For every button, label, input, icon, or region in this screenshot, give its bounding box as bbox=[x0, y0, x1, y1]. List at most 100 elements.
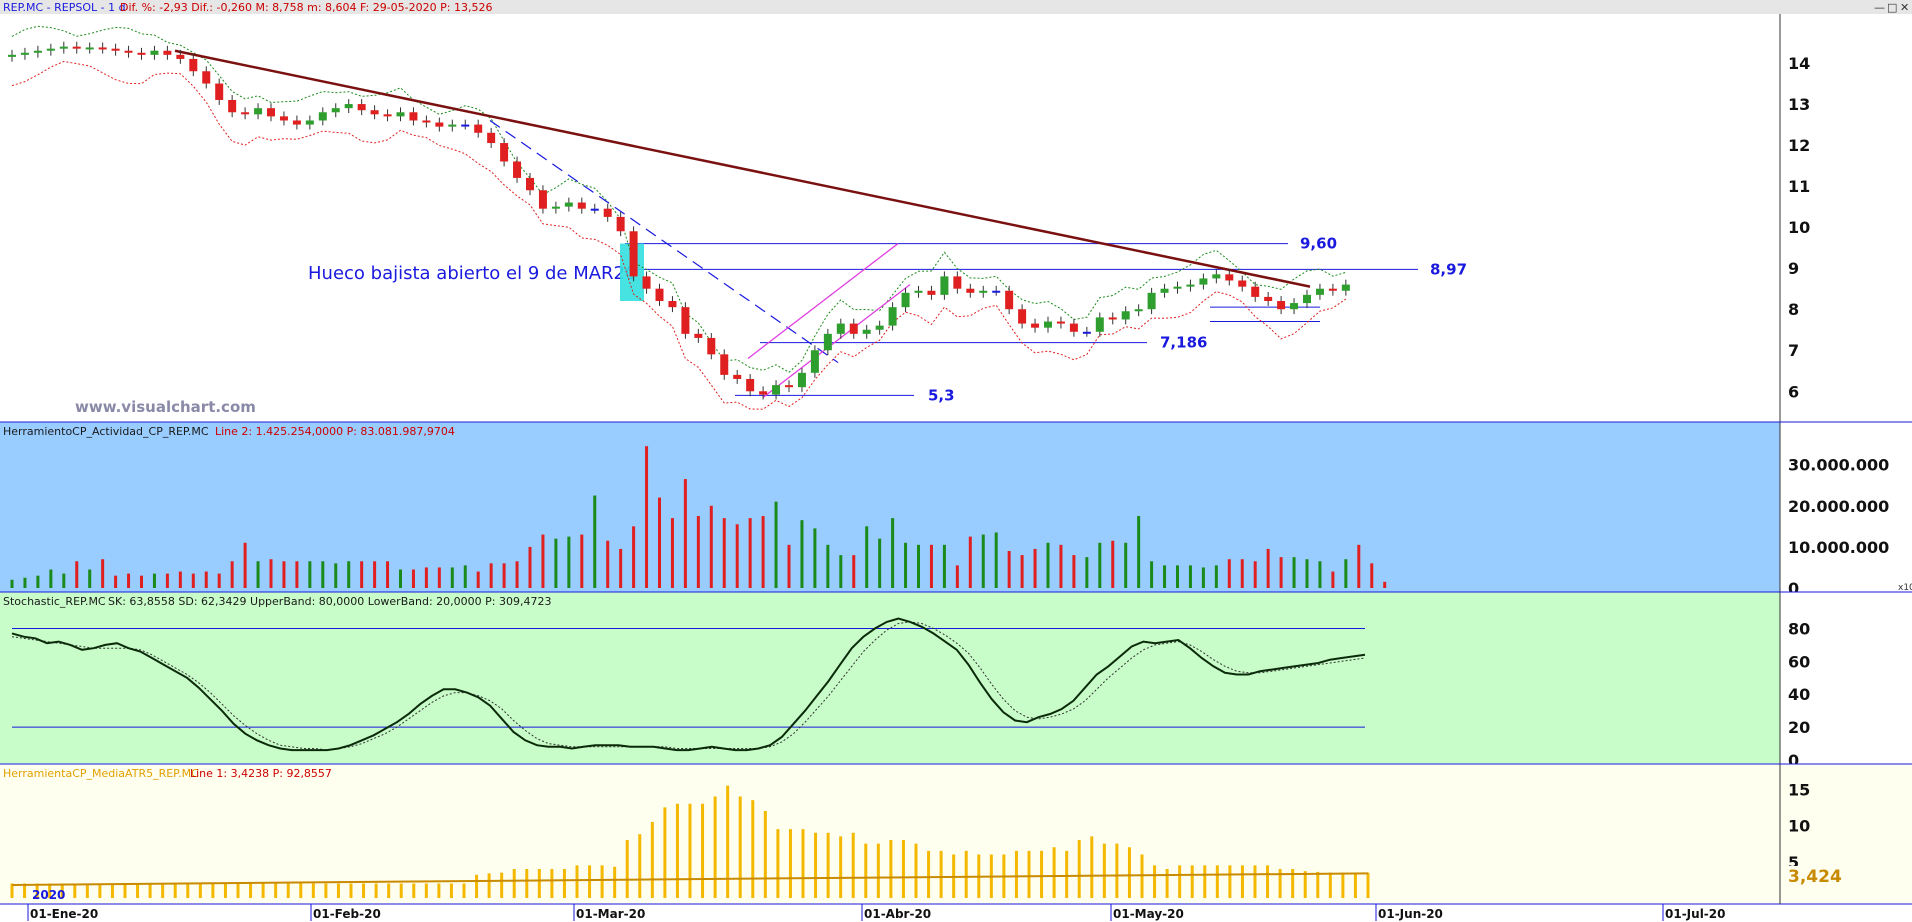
window-controls[interactable]: — □ ✕ bbox=[1874, 1, 1909, 14]
atr-bar bbox=[525, 869, 529, 898]
volume-bar bbox=[502, 563, 506, 588]
candle bbox=[461, 124, 470, 127]
candle bbox=[1173, 286, 1182, 289]
atr-bar bbox=[1102, 843, 1106, 898]
stochastic-panel: Stochastic_REP.MC SK: 63,8558 SD: 62,342… bbox=[0, 592, 1912, 770]
candle bbox=[85, 47, 94, 50]
atr-header-values: Line 1: 3,4238 P: 92,8557 bbox=[190, 767, 332, 780]
candle bbox=[1082, 331, 1091, 334]
minimize-icon[interactable]: — bbox=[1874, 1, 1885, 14]
volume-bar bbox=[152, 573, 156, 588]
volume-bar bbox=[787, 544, 791, 588]
candle bbox=[538, 190, 547, 209]
atr-bar bbox=[1341, 872, 1345, 898]
candle bbox=[1147, 292, 1156, 310]
atr-bar bbox=[424, 883, 428, 898]
candle bbox=[163, 50, 172, 55]
volume-bar bbox=[1201, 567, 1205, 588]
volume-bar bbox=[1279, 557, 1283, 588]
volume-bar bbox=[463, 565, 467, 588]
volume-header-values: Line 2: 1.425.254,0000 P: 83.081.987,970… bbox=[215, 425, 455, 438]
close-icon[interactable]: ✕ bbox=[1900, 1, 1909, 14]
candle bbox=[1303, 294, 1311, 304]
candle bbox=[305, 120, 314, 125]
atr-bar bbox=[462, 883, 466, 898]
candle bbox=[992, 290, 1001, 293]
candle bbox=[20, 52, 29, 55]
maximize-icon[interactable]: □ bbox=[1887, 1, 1897, 14]
atr-bar bbox=[487, 873, 491, 898]
atr-bar bbox=[927, 850, 931, 898]
candle bbox=[279, 116, 288, 121]
candle bbox=[746, 378, 755, 392]
candle bbox=[448, 124, 457, 127]
atr-bar bbox=[110, 883, 114, 898]
volume-bar bbox=[140, 575, 143, 588]
candle bbox=[435, 122, 444, 127]
candle bbox=[1238, 280, 1247, 287]
volume-bar bbox=[1305, 559, 1309, 588]
volume-bar bbox=[800, 520, 804, 588]
atr-bar bbox=[211, 883, 215, 898]
atr-bar bbox=[763, 811, 767, 898]
price-tick-label: 12 bbox=[1788, 136, 1810, 155]
atr-bar bbox=[864, 843, 868, 898]
atr-bar bbox=[1090, 836, 1094, 898]
atr-bar bbox=[98, 883, 102, 898]
volume-bar bbox=[645, 446, 649, 588]
volume-bar bbox=[968, 536, 972, 588]
volume-bar bbox=[308, 561, 312, 588]
candle bbox=[1251, 286, 1260, 297]
candle bbox=[396, 112, 405, 117]
volume-bar bbox=[295, 561, 299, 588]
volume-bar bbox=[256, 561, 260, 588]
price-header-name: REP.MC - REPSOL - 1 d bbox=[3, 1, 126, 14]
candle bbox=[1134, 309, 1143, 312]
candle bbox=[409, 112, 418, 121]
candle bbox=[189, 58, 198, 72]
candle bbox=[551, 206, 560, 209]
volume-bar bbox=[904, 542, 908, 588]
date-axis: 01-Ene-20 01-Feb-20 01-Mar-20 01-Abr-20 01-M… bbox=[0, 903, 1912, 922]
volume-bar bbox=[10, 579, 14, 588]
volume-bar bbox=[373, 561, 377, 588]
volume-bar bbox=[165, 573, 169, 588]
stoch-tick-label: 80 bbox=[1788, 619, 1810, 638]
atr-bar bbox=[550, 869, 554, 898]
candle bbox=[513, 161, 522, 178]
atr-tick-label: 15 bbox=[1788, 780, 1810, 799]
year-label: 2020 bbox=[32, 888, 65, 902]
candle bbox=[1095, 317, 1104, 332]
candle bbox=[422, 120, 431, 123]
volume-bar bbox=[1240, 559, 1244, 588]
candle bbox=[254, 108, 263, 115]
atr-bar bbox=[1228, 865, 1232, 898]
level-label: 7,186 bbox=[1160, 334, 1207, 352]
candle bbox=[1212, 274, 1221, 279]
atr-bar bbox=[876, 843, 880, 898]
candle bbox=[526, 177, 534, 191]
volume-bar bbox=[813, 528, 817, 588]
atr-bar bbox=[274, 883, 278, 898]
candle bbox=[849, 323, 858, 334]
candle bbox=[785, 385, 793, 388]
candle bbox=[150, 50, 159, 55]
candle bbox=[810, 350, 819, 373]
atr-bar bbox=[1190, 865, 1194, 898]
atr-bar bbox=[625, 840, 629, 898]
date-label: 01-May-20 bbox=[1113, 907, 1184, 921]
atr-bar bbox=[600, 865, 604, 898]
level-label: 8,97 bbox=[1430, 260, 1467, 278]
candle bbox=[59, 46, 68, 49]
atr-bar bbox=[1052, 847, 1056, 898]
atr-bar bbox=[814, 832, 818, 898]
candle bbox=[875, 325, 884, 330]
candle bbox=[357, 104, 366, 111]
atr-bar bbox=[939, 850, 943, 898]
volume-bar bbox=[994, 532, 998, 588]
volume-bar bbox=[696, 516, 700, 588]
atr-bar bbox=[374, 883, 378, 898]
volume-bar bbox=[722, 518, 726, 588]
atr-bar bbox=[249, 883, 253, 898]
candle bbox=[927, 290, 936, 295]
